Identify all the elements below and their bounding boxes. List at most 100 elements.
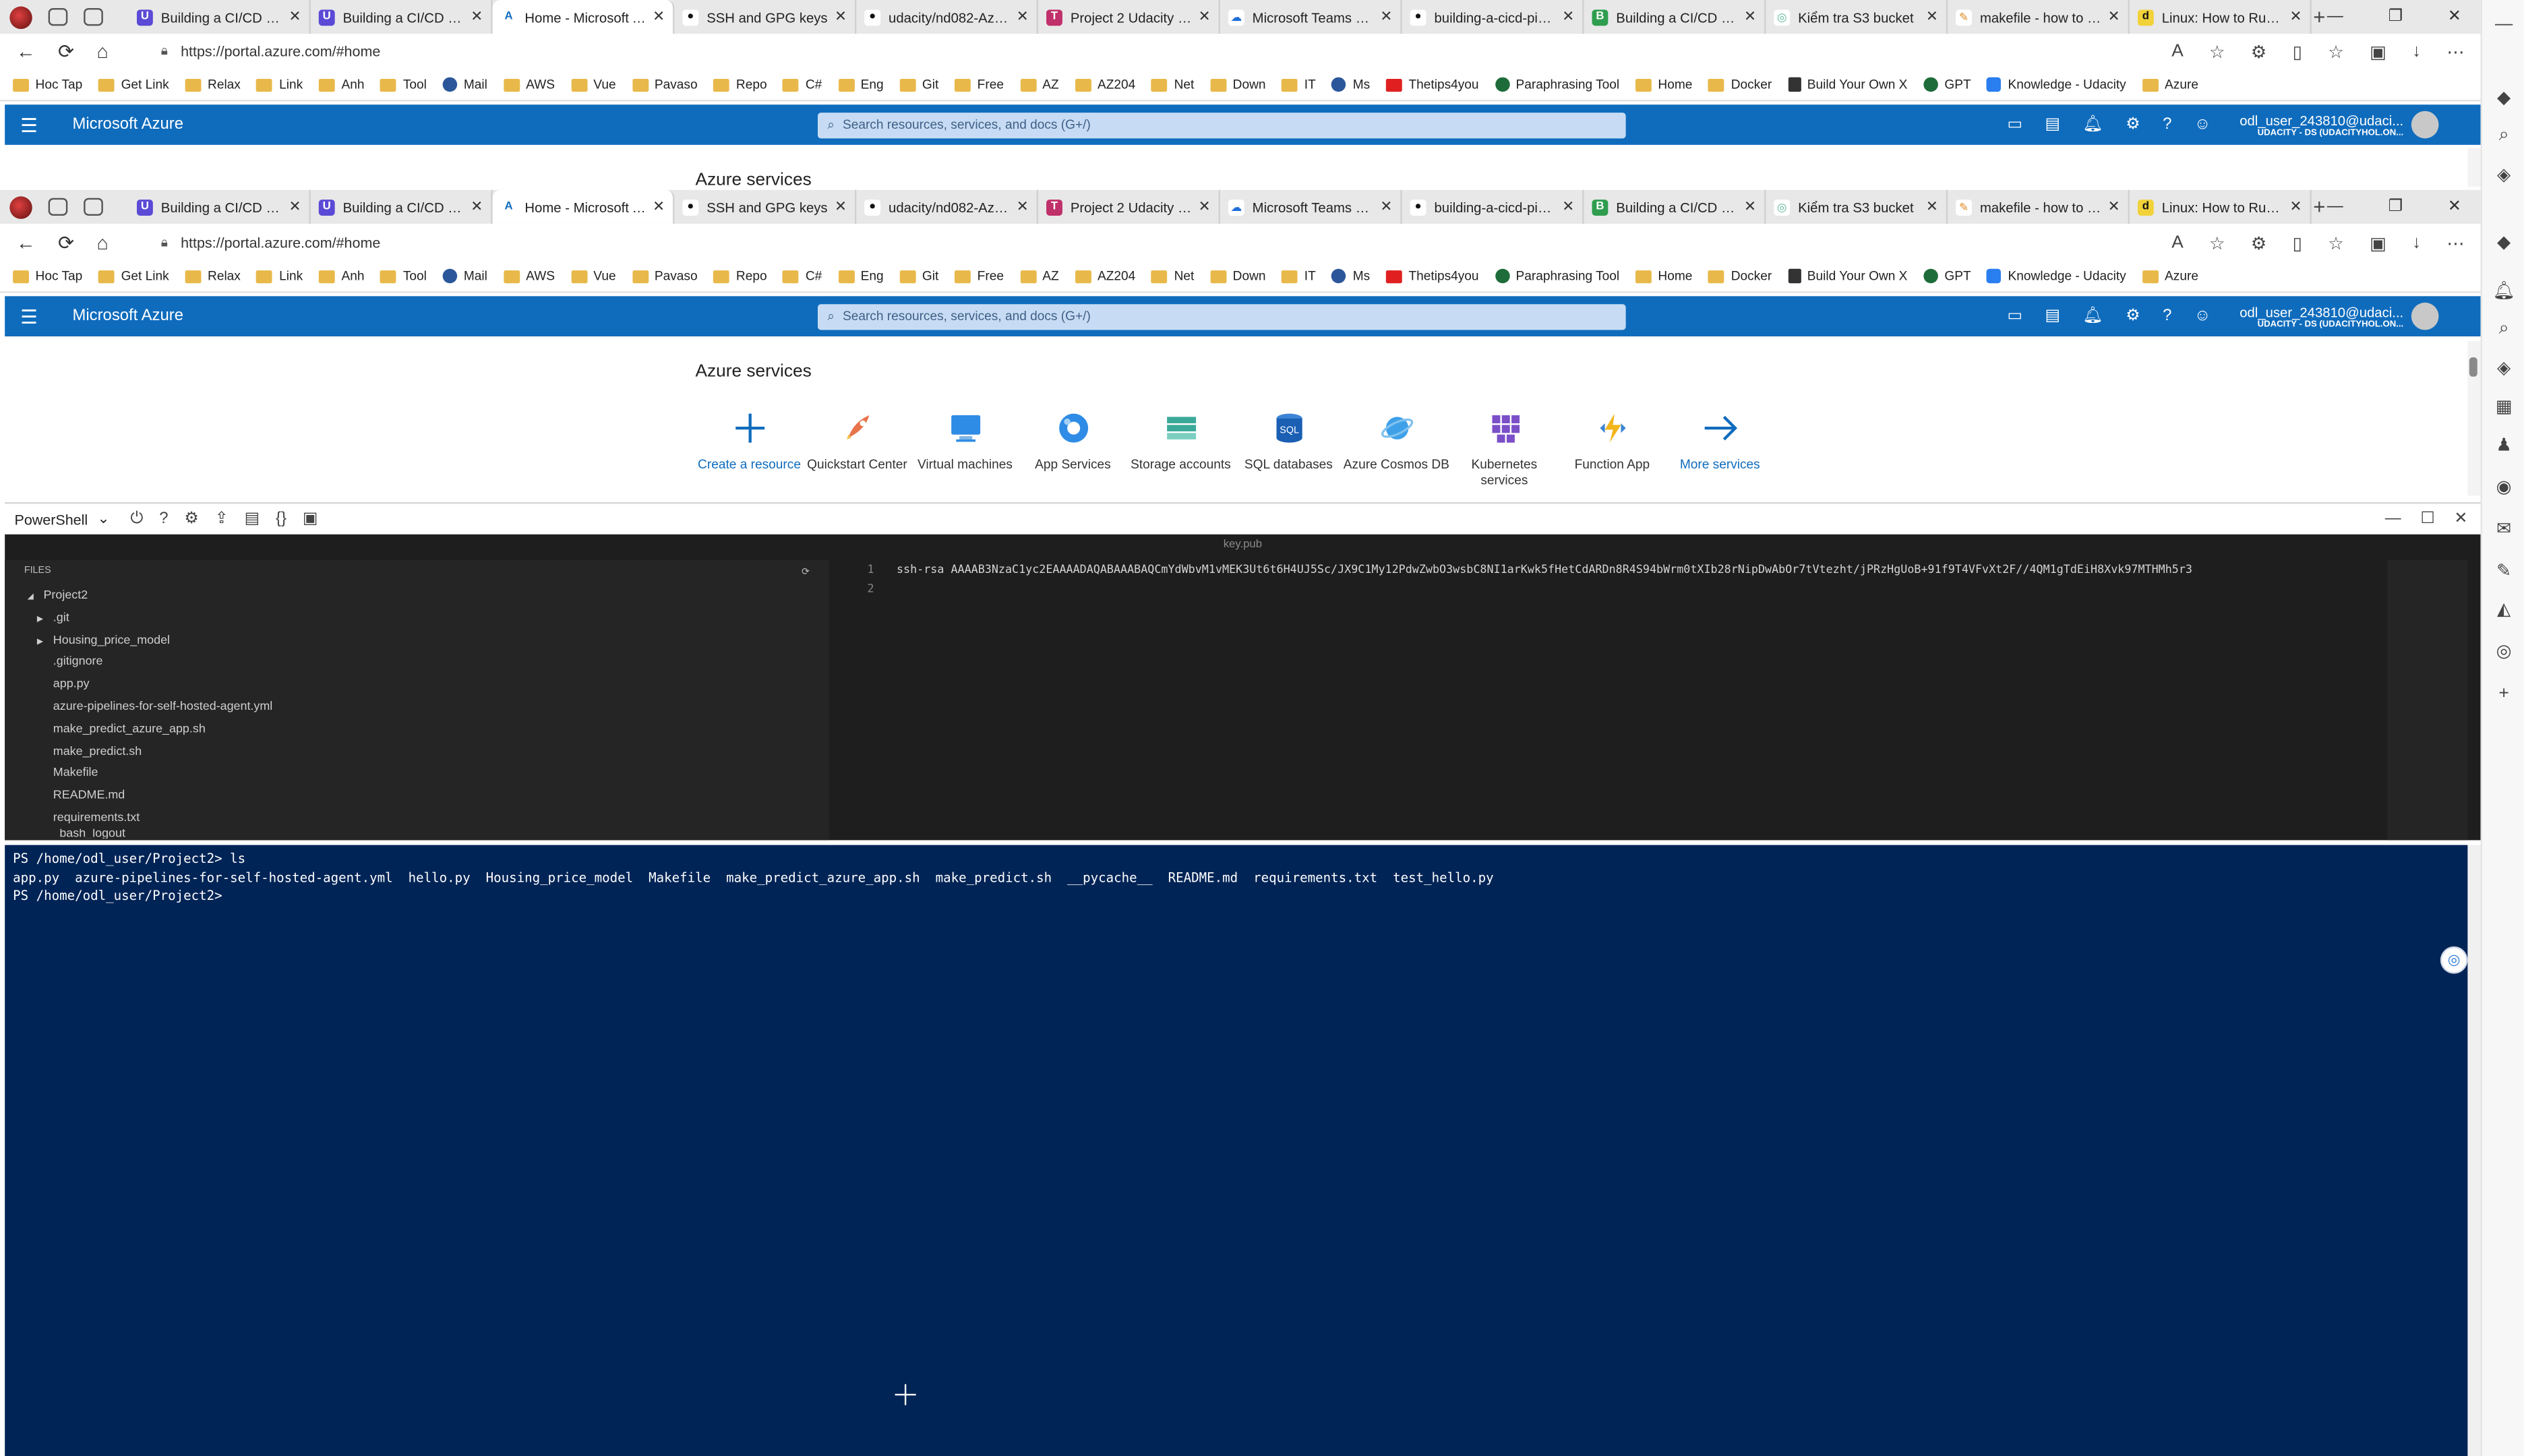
url-text[interactable]: https://portal.azure.com/#home bbox=[181, 43, 380, 59]
shopping-icon[interactable]: ◈ bbox=[2494, 357, 2515, 378]
service-rocket[interactable]: Quickstart Center bbox=[803, 407, 911, 489]
menu-icon[interactable]: ☰ bbox=[5, 113, 53, 135]
copilot-icon[interactable]: ◆ bbox=[2494, 232, 2515, 253]
azure-search-input[interactable]: ⌕ Search resources, services, and docs (G… bbox=[817, 111, 1626, 138]
bookmark-item[interactable]: Relax bbox=[185, 269, 241, 283]
bookmark-item[interactable]: C# bbox=[783, 78, 822, 92]
bookmark-item[interactable]: Eng bbox=[838, 78, 884, 92]
refresh-files-icon[interactable]: ⟳ bbox=[802, 566, 810, 578]
help-icon[interactable]: ? bbox=[2163, 307, 2171, 325]
close-shell-button[interactable]: ✕ bbox=[2454, 510, 2467, 528]
browser-tab[interactable]: B Building a CI/CD Pipe ✕ bbox=[1584, 189, 1766, 224]
more-icon[interactable]: ⋯ bbox=[2446, 233, 2464, 253]
designer-icon[interactable]: ✎ bbox=[2494, 560, 2515, 581]
bookmark-item[interactable]: Paraphrasing Tool bbox=[1495, 77, 1619, 92]
bookmark-item[interactable]: Git bbox=[899, 78, 938, 92]
bookmark-item[interactable]: AWS bbox=[503, 78, 555, 92]
close-tab-icon[interactable]: ✕ bbox=[471, 8, 483, 26]
bell-icon[interactable]: 🔔︎ bbox=[2083, 307, 2103, 325]
browser-tab[interactable]: d Linux: How to Run m ✕ bbox=[2130, 0, 2312, 34]
browser-tab[interactable]: ● building-a-cicd-pipeli ✕ bbox=[1402, 189, 1584, 224]
bookmark-item[interactable]: Repo bbox=[713, 269, 767, 283]
bookmark-item[interactable]: Get Link bbox=[98, 269, 169, 283]
open-session-icon[interactable]: ▤ bbox=[245, 510, 260, 528]
close-tab-icon[interactable]: ✕ bbox=[1199, 8, 1211, 26]
bookmark-item[interactable]: Anh bbox=[319, 78, 365, 92]
extensions-icon[interactable]: ⚙ bbox=[2251, 41, 2267, 62]
file-item[interactable]: app.py bbox=[5, 673, 829, 696]
user-account[interactable]: odl_user_243810@udaci... UDACITY - DS (UD… bbox=[2240, 303, 2403, 329]
bookmark-item[interactable]: Home bbox=[1635, 269, 1692, 283]
help-icon[interactable]: ? bbox=[2163, 116, 2171, 133]
service-vm[interactable]: Virtual machines bbox=[911, 407, 1019, 489]
browser-tab[interactable]: ● SSH and GPG keys ✕ bbox=[674, 189, 857, 224]
bookmark-item[interactable]: Azure bbox=[2142, 78, 2198, 92]
directory-icon[interactable]: ▤ bbox=[2045, 307, 2061, 325]
close-tab-icon[interactable]: ✕ bbox=[835, 198, 847, 216]
terminal[interactable]: PS /home/odl_user/Project2> ls app.py azu… bbox=[5, 845, 2468, 1456]
close-tab-icon[interactable]: ✕ bbox=[1744, 8, 1756, 26]
split-icon[interactable]: ▯ bbox=[2293, 233, 2302, 253]
user-account[interactable]: odl_user_243810@udaci... UDACITY - DS (UD… bbox=[2240, 112, 2403, 138]
bookmark-item[interactable]: Knowledge - Udacity bbox=[1987, 77, 2126, 92]
browser-tab[interactable]: U Building a CI/CD Pipe ✕ bbox=[129, 0, 311, 34]
avatar[interactable] bbox=[2411, 302, 2439, 330]
close-tab-icon[interactable]: ✕ bbox=[2289, 8, 2302, 26]
minimize-shell-button[interactable]: — bbox=[2385, 510, 2401, 528]
browser-tab[interactable]: ● building-a-cicd-pipeli ✕ bbox=[1402, 0, 1584, 34]
new-tab-button[interactable]: + bbox=[2312, 195, 2327, 219]
service-sql[interactable]: SQL SQL databases bbox=[1234, 407, 1342, 489]
office-icon[interactable]: ◉ bbox=[2494, 477, 2515, 497]
scrollbar-page[interactable] bbox=[2467, 341, 2481, 496]
file-item[interactable]: make_predict.sh bbox=[5, 739, 829, 762]
file-item[interactable]: ▶ Housing_price_model bbox=[5, 629, 829, 651]
browser-tab[interactable]: ☁ Microsoft Teams Chat ✕ bbox=[1220, 189, 1402, 224]
tab-actions-icon[interactable] bbox=[84, 198, 103, 216]
bookmark-item[interactable]: Vue bbox=[570, 269, 616, 283]
copilot-icon[interactable]: ◆ bbox=[2494, 87, 2515, 108]
browser-tab[interactable]: ☁ Microsoft Teams Chat ✕ bbox=[1220, 0, 1402, 34]
browser-tab[interactable]: ● udacity/nd082-Azure ✕ bbox=[856, 0, 1039, 34]
workspaces-icon[interactable] bbox=[48, 198, 68, 216]
minimap[interactable] bbox=[2387, 559, 2468, 841]
browser-tab[interactable]: ✎ makefile - how to "ex ✕ bbox=[1948, 189, 2130, 224]
minimize-icon[interactable]: — bbox=[2494, 13, 2515, 34]
workspaces-icon[interactable] bbox=[48, 7, 68, 26]
bookmark-item[interactable]: Knowledge - Udacity bbox=[1987, 268, 2126, 284]
close-tab-icon[interactable]: ✕ bbox=[2108, 198, 2120, 216]
bookmark-item[interactable]: Thetips4you bbox=[1386, 78, 1479, 92]
bookmark-item[interactable]: Thetips4you bbox=[1386, 269, 1479, 283]
profile-icon[interactable] bbox=[9, 5, 32, 28]
refresh-icon[interactable]: ⟳ bbox=[58, 232, 74, 254]
service-arrow[interactable]: More services bbox=[1666, 407, 1774, 489]
url-text[interactable]: https://portal.azure.com/#home bbox=[181, 235, 380, 251]
settings-icon[interactable]: ⚙ bbox=[184, 510, 198, 528]
code-line[interactable]: ssh-rsa AAAAB3NzaC1yc2EAAAADAQABAAABAQCm… bbox=[897, 564, 2386, 576]
bookmark-item[interactable]: Mail bbox=[442, 268, 487, 284]
bookmark-item[interactable]: Net bbox=[1151, 78, 1194, 92]
close-tab-icon[interactable]: ✕ bbox=[289, 8, 301, 26]
close-tab-icon[interactable]: ✕ bbox=[2108, 8, 2120, 26]
tab-actions-icon[interactable] bbox=[84, 7, 103, 26]
read-aloud-icon[interactable]: A bbox=[2171, 233, 2184, 253]
scrollbar-back[interactable] bbox=[2467, 148, 2481, 187]
browser-tab[interactable]: ● SSH and GPG keys ✕ bbox=[674, 0, 857, 34]
bookmark-item[interactable]: Free bbox=[955, 78, 1004, 92]
bookmark-item[interactable]: Paraphrasing Tool bbox=[1495, 268, 1619, 284]
shopping-icon[interactable]: ◈ bbox=[2494, 164, 2515, 185]
terminal-scrollbar[interactable] bbox=[2467, 845, 2481, 1456]
service-k8s[interactable]: Kubernetes services bbox=[1450, 407, 1558, 489]
close-tab-icon[interactable]: ✕ bbox=[1562, 8, 1574, 26]
close-tab-icon[interactable]: ✕ bbox=[1380, 198, 1392, 216]
collections-icon[interactable]: ▣ bbox=[2370, 41, 2386, 62]
close-tab-icon[interactable]: ✕ bbox=[289, 198, 301, 216]
bookmark-item[interactable]: Docker bbox=[1708, 78, 1772, 92]
search-icon[interactable]: ⌕ bbox=[2494, 125, 2515, 146]
bookmark-item[interactable]: Pavaso bbox=[632, 78, 698, 92]
bookmark-item[interactable]: Eng bbox=[838, 269, 884, 283]
close-tab-icon[interactable]: ✕ bbox=[1744, 198, 1756, 216]
file-item[interactable]: Makefile bbox=[5, 762, 829, 784]
chat-icon[interactable]: ◎ bbox=[2494, 640, 2515, 662]
bookmark-item[interactable]: Down bbox=[1210, 269, 1265, 283]
bookmark-item[interactable]: Build Your Own X bbox=[1788, 77, 1907, 92]
